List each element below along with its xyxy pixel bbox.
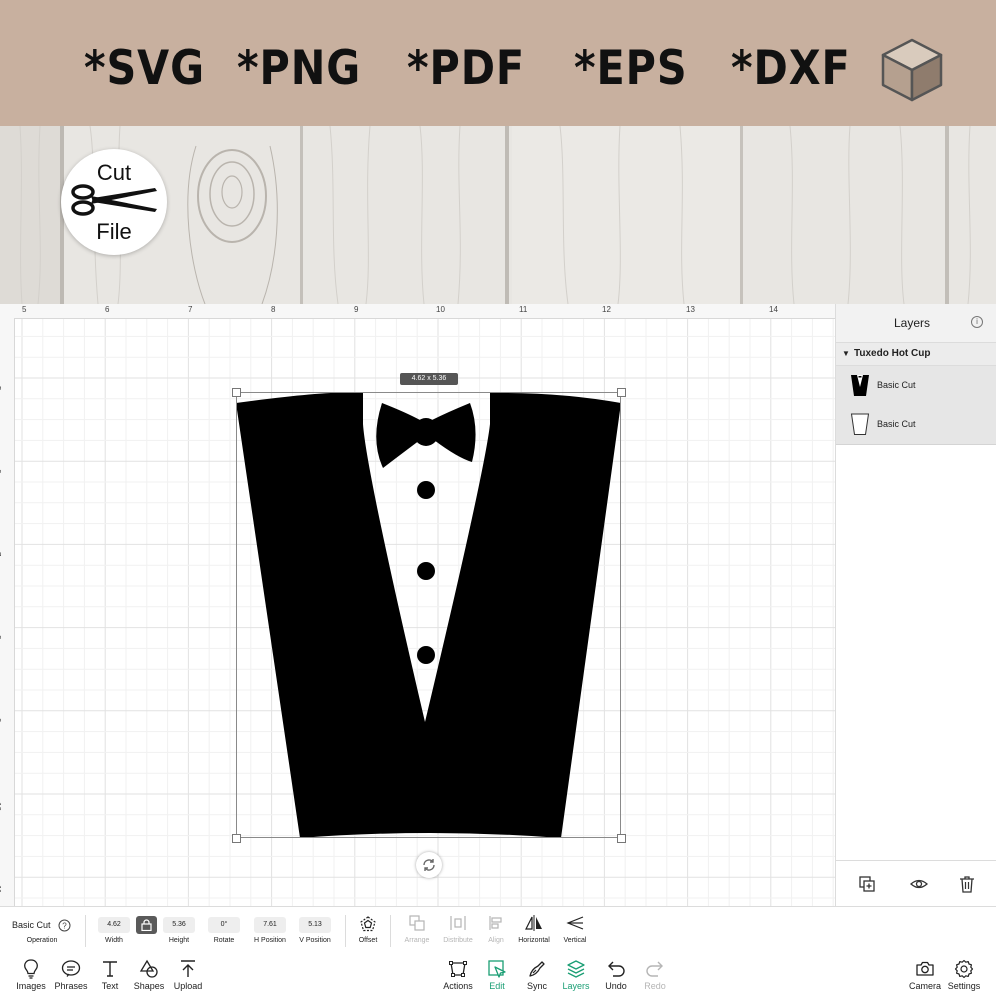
divider <box>85 915 86 947</box>
eye-icon[interactable] <box>910 876 928 892</box>
flip-vertical-icon[interactable] <box>566 915 584 931</box>
layers-panel-title: Layers <box>893 316 931 330</box>
distribute-label: Distribute <box>443 937 473 944</box>
height-label: Height <box>168 937 190 944</box>
offset-icon[interactable] <box>359 915 377 933</box>
help-icon[interactable]: ? <box>58 919 71 932</box>
shapes-icon <box>139 959 158 978</box>
operation-toolbar: Basic Cut ? Operation 4.62 Width 5.36 He… <box>0 906 996 955</box>
actions-icon <box>449 961 467 977</box>
layers-panel: Layers i ▼ Tuxedo Hot Cup Basic Cut Basi… <box>835 304 996 907</box>
redo-icon <box>646 961 663 977</box>
divider <box>390 915 391 947</box>
resize-handle-top-left[interactable] <box>232 388 241 397</box>
lightbulb-icon <box>24 959 38 979</box>
bottom-toolbar: Images Phrases Text Shapes Upload Action… <box>0 953 996 1000</box>
layer-group-name: Tuxedo Hot Cup <box>854 348 931 359</box>
layers-panel-footer <box>836 860 996 907</box>
distribute-icon <box>450 916 466 930</box>
rotate-icon <box>423 859 435 871</box>
align-icon <box>489 916 502 930</box>
redo-label: Redo <box>644 981 666 991</box>
redo-button[interactable]: Redo <box>632 959 678 999</box>
selection-box[interactable] <box>236 392 621 838</box>
duplicate-icon[interactable] <box>859 876 875 892</box>
resize-handle-bottom-right[interactable] <box>617 834 626 843</box>
arrange-label: Arrange <box>404 937 430 944</box>
settings-label: Settings <box>947 981 981 991</box>
width-field[interactable]: 4.62 <box>98 917 130 933</box>
edit-icon <box>488 960 506 978</box>
rotate-handle[interactable] <box>416 852 442 878</box>
sync-icon <box>529 961 545 977</box>
cup-outline-thumbnail <box>850 413 870 435</box>
operation-select[interactable]: Basic Cut <box>12 920 51 930</box>
tuxedo-thumbnail <box>851 375 869 396</box>
svg-text:?: ? <box>62 922 67 931</box>
layers-icon <box>567 960 585 978</box>
align-label: Align <box>488 937 504 944</box>
width-label: Width <box>105 937 123 944</box>
selection-size-badge: 4.62 x 5.36 <box>400 373 458 385</box>
layer-item-name: Basic Cut <box>877 380 916 390</box>
upload-button[interactable]: Upload <box>165 959 211 999</box>
layer-item-name: Basic Cut <box>877 419 916 429</box>
rotate-label: Rotate <box>213 937 235 944</box>
layers-panel-header: Layers i <box>836 304 996 343</box>
operation-label: Operation <box>26 937 58 944</box>
text-icon <box>103 961 117 977</box>
caret-down-icon[interactable]: ▼ <box>842 349 850 358</box>
rotate-field[interactable]: 0° <box>208 917 240 933</box>
lock-button[interactable] <box>136 916 157 934</box>
gear-icon <box>954 959 974 979</box>
flip-horizontal-icon[interactable] <box>525 915 543 931</box>
v-position-label: V Position <box>299 937 331 944</box>
vertical-label: Vertical <box>563 937 587 944</box>
layer-item[interactable]: Basic Cut <box>836 405 996 445</box>
upload-icon <box>181 960 195 977</box>
h-position-field[interactable]: 7.61 <box>254 917 286 933</box>
divider <box>345 915 346 947</box>
offset-label: Offset <box>358 937 378 944</box>
layer-item[interactable]: Basic Cut <box>836 366 996 406</box>
horizontal-label: Horizontal <box>518 937 550 944</box>
info-icon[interactable]: i <box>971 316 983 328</box>
arrange-icon <box>409 915 425 931</box>
height-field[interactable]: 5.36 <box>163 917 195 933</box>
h-position-label: H Position <box>254 937 286 944</box>
trash-icon[interactable] <box>959 876 975 893</box>
resize-handle-bottom-left[interactable] <box>232 834 241 843</box>
resize-handle-top-right[interactable] <box>617 388 626 397</box>
speech-bubble-icon <box>61 960 81 977</box>
upload-label: Upload <box>173 981 203 991</box>
layer-group-row[interactable]: ▼ Tuxedo Hot Cup <box>836 343 996 366</box>
settings-button[interactable]: Settings <box>941 959 987 999</box>
camera-icon <box>916 961 934 976</box>
lock-icon <box>141 919 152 931</box>
undo-icon <box>608 961 625 977</box>
v-position-field[interactable]: 5.13 <box>299 917 331 933</box>
